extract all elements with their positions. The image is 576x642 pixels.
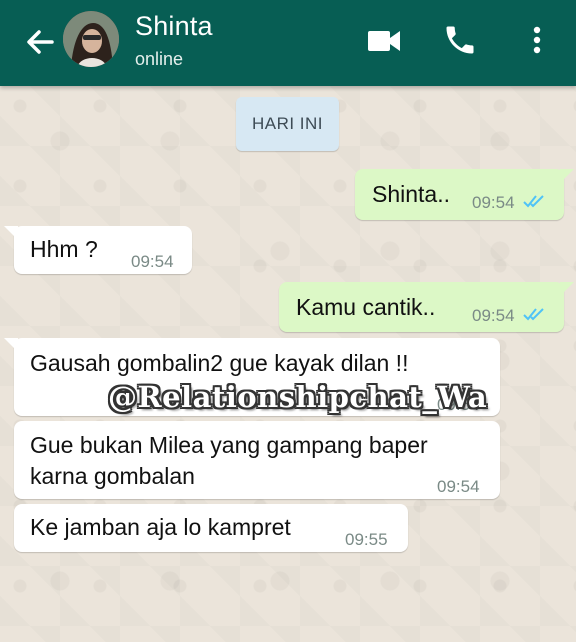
phone-icon[interactable] bbox=[442, 22, 478, 58]
watermark-text: @Relationshipchat_Wa bbox=[108, 380, 488, 414]
message-bubble-outgoing[interactable]: Shinta.. 09:54 bbox=[355, 169, 574, 220]
message-text: Shinta.. bbox=[372, 181, 450, 207]
date-chip: HARI INI bbox=[236, 97, 339, 151]
bubble-tail bbox=[4, 226, 18, 240]
message-time: 09:54 bbox=[472, 306, 515, 325]
message-text: Ke jamban aja lo kampret bbox=[30, 514, 291, 540]
message-time: 09:55 bbox=[345, 530, 388, 549]
message-bubble-incoming[interactable]: Gue bukan Milea yang gampang baper karna… bbox=[14, 421, 500, 499]
video-camera-icon[interactable] bbox=[366, 26, 402, 56]
message-text: Hhm ? bbox=[30, 236, 98, 262]
message-text-line-2: karna gombalan bbox=[30, 463, 195, 489]
double-check-icon bbox=[523, 308, 544, 321]
bubble-tail bbox=[560, 169, 574, 183]
message-text: Kamu cantik.. bbox=[296, 294, 436, 320]
avatar[interactable] bbox=[63, 11, 119, 67]
contact-name[interactable]: Shinta bbox=[135, 11, 213, 42]
contact-status: online bbox=[135, 49, 184, 69]
double-check-icon bbox=[523, 195, 544, 208]
message-text-line-1: Gue bukan Milea yang gampang baper bbox=[30, 432, 428, 458]
message-bubble-outgoing[interactable]: Kamu cantik.. 09:54 bbox=[279, 282, 574, 332]
message-time: 09:54 bbox=[437, 477, 480, 496]
message-bubble-incoming[interactable]: Hhm ? 09:54 bbox=[4, 226, 192, 274]
message-time: 09:54 bbox=[472, 193, 515, 212]
chat-header: Shinta online bbox=[0, 0, 576, 86]
bubble-tail bbox=[4, 338, 18, 352]
message-bubble-incoming[interactable]: Ke jamban aja lo kampret 09:55 bbox=[14, 504, 408, 552]
back-arrow-icon[interactable] bbox=[22, 24, 58, 60]
bubble-tail bbox=[560, 282, 574, 296]
more-vertical-icon[interactable] bbox=[528, 22, 546, 58]
message-time: 09:54 bbox=[131, 252, 174, 271]
message-text: Gausah gombalin2 gue kayak dilan !! bbox=[30, 350, 409, 376]
